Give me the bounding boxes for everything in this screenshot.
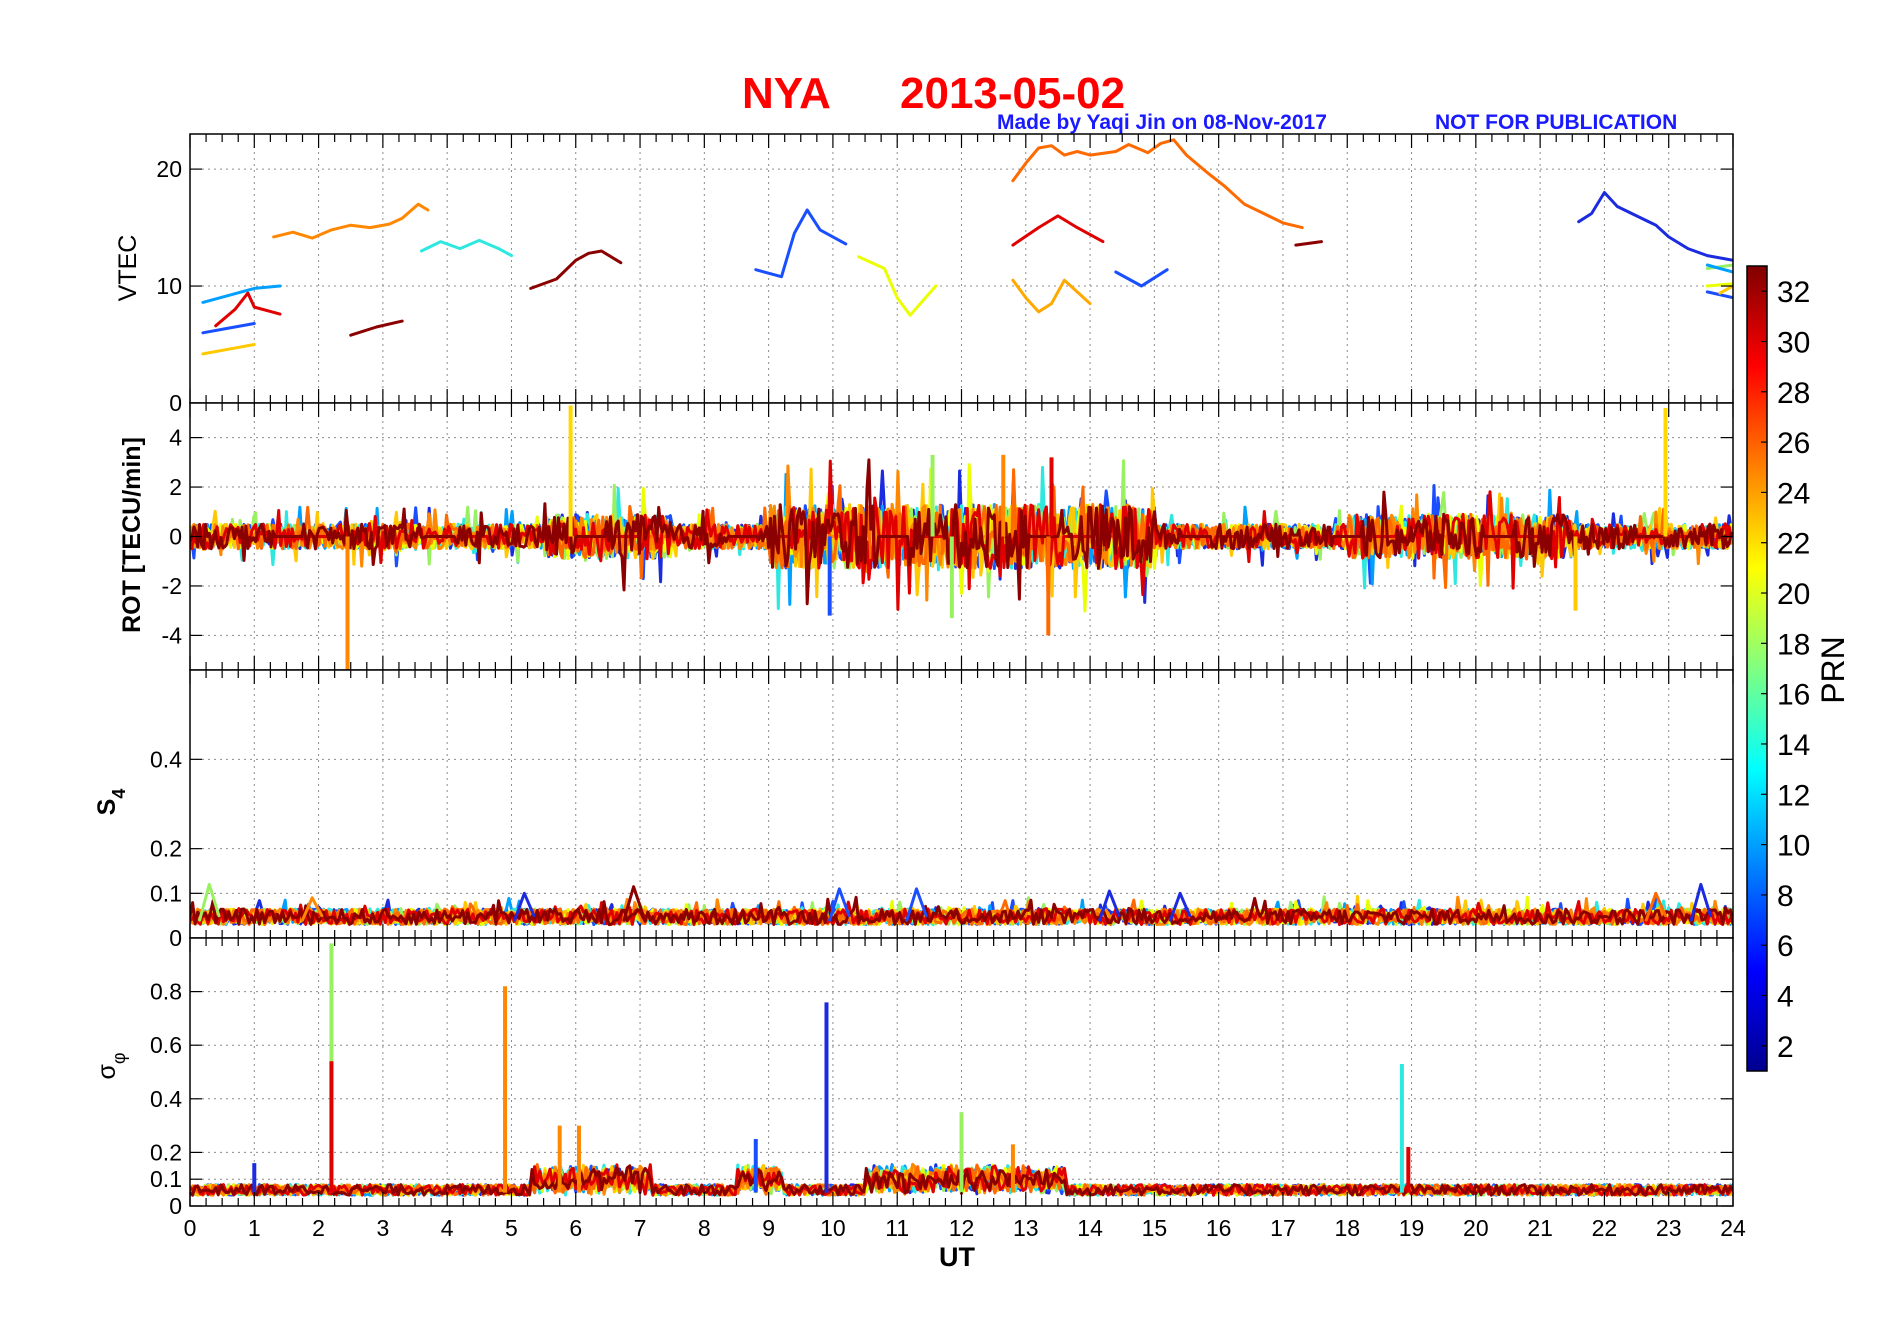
x-tick-label: 21 — [1527, 1215, 1553, 1241]
colorbar-ramp — [1746, 265, 1768, 1072]
x-tick-label: 16 — [1206, 1215, 1232, 1241]
x-tick-label: 10 — [820, 1215, 846, 1241]
vtec-y-tick-label: 20 — [156, 156, 182, 182]
colorbar-tick-label: 18 — [1777, 628, 1810, 661]
colorbar: 2468101214161820222426283032 — [1746, 265, 1810, 1072]
colorbar-tick-label: 8 — [1777, 880, 1794, 913]
rot-y-tick-label: 4 — [169, 425, 182, 451]
rot-y-tick-label: 2 — [169, 474, 182, 500]
colorbar-tick-label: 26 — [1777, 427, 1810, 460]
x-tick-label: 12 — [949, 1215, 975, 1241]
x-tick-label: 0 — [184, 1215, 197, 1241]
vtec-panel: 0 10 20 — [156, 133, 1734, 416]
chart-title-station: NYA — [742, 69, 831, 118]
x-tick-label: 13 — [1013, 1215, 1039, 1241]
x-tick-label: 1 — [248, 1215, 261, 1241]
rot-y-tick-label: 0 — [169, 524, 182, 550]
colorbar-tick-label: 4 — [1777, 981, 1794, 1014]
credit-text: Made by Yaqi Jin on 08-Nov-2017 — [997, 111, 1327, 134]
x-tick-label: 23 — [1656, 1215, 1682, 1241]
s4-label-sub: 4 — [109, 789, 129, 799]
colorbar-tick-label: 20 — [1777, 578, 1810, 611]
x-tick-label: 8 — [698, 1215, 711, 1241]
x-tick-label: 24 — [1720, 1215, 1746, 1241]
s4-panel: 0 0.1 0.2 0.4 — [150, 669, 1734, 951]
x-tick-label: 5 — [505, 1215, 518, 1241]
colorbar-tick-label: 22 — [1777, 528, 1810, 561]
x-tick-label: 14 — [1077, 1215, 1103, 1241]
vtec-y-tick-label: 0 — [169, 390, 182, 416]
sigma_phi-y-tick-label: 0 — [169, 1193, 182, 1219]
colorbar-tick-label: 14 — [1777, 729, 1810, 762]
sigma-phi-panel: 00.10.20.40.60.80 1 2 3 4 5 6 7 8 9 10 11 12 13 14 15 16… — [150, 937, 1746, 1241]
colorbar-tick-label: 24 — [1777, 477, 1810, 510]
x-tick-label: 11 — [885, 1215, 909, 1241]
colorbar-tick-label: 6 — [1777, 930, 1794, 963]
colorbar-tick-label: 30 — [1777, 326, 1810, 359]
sigma-label-sub: φ — [109, 1052, 129, 1064]
sigma-label-main: σ — [93, 1064, 121, 1080]
s4-y-axis-label: S4 — [93, 789, 129, 816]
colorbar-tick-label: 16 — [1777, 679, 1810, 712]
colorbar-tick-label: 2 — [1777, 1031, 1794, 1064]
colorbar-tick-label: 32 — [1777, 276, 1810, 309]
rot-y-tick-label: -2 — [162, 573, 182, 599]
x-tick-label: 20 — [1463, 1215, 1489, 1241]
sigma-phi-y-axis-label: σφ — [93, 1052, 129, 1079]
s4-y-tick-label: 0.1 — [150, 880, 182, 906]
x-tick-label: 2 — [312, 1215, 325, 1241]
x-tick-label: 22 — [1592, 1215, 1618, 1241]
s4-label-main: S — [93, 799, 121, 816]
sigma_phi-y-tick-label: 0.6 — [150, 1032, 182, 1058]
sigma_phi-y-tick-label: 0.2 — [150, 1139, 182, 1165]
vtec-y-axis-label: VTEC — [114, 235, 142, 302]
s4-y-tick-label: 0.4 — [150, 746, 182, 772]
rot-y-axis-label: ROT [TECU/min] — [118, 437, 146, 633]
colorbar-tick-label: 28 — [1777, 377, 1810, 410]
x-tick-label: 4 — [441, 1215, 454, 1241]
rot-y-tick-label: -4 — [162, 622, 183, 648]
x-tick-label: 3 — [376, 1215, 389, 1241]
colorbar-label: PRN — [1815, 636, 1851, 704]
vtec-y-tick-label: 10 — [156, 273, 182, 299]
x-tick-label: 6 — [569, 1215, 582, 1241]
publication-notice: NOT FOR PUBLICATION — [1435, 111, 1677, 134]
sigma_phi-y-tick-label: 0.1 — [150, 1166, 182, 1192]
sigma_phi-y-tick-label: 0.4 — [150, 1086, 182, 1112]
s4-y-tick-label: 0 — [169, 925, 182, 951]
figure: NYA 2013-05-02 Made by Yaqi Jin on 08-No… — [93, 69, 1851, 1272]
x-tick-label: 9 — [762, 1215, 775, 1241]
s4-y-tick-label: 0.2 — [150, 836, 182, 862]
x-tick-label: 19 — [1399, 1215, 1425, 1241]
x-tick-label: 18 — [1334, 1215, 1360, 1241]
sigma_phi-y-tick-label: 0.8 — [150, 979, 182, 1005]
colorbar-tick-label: 10 — [1777, 830, 1810, 863]
rot-panel: -4 -2 0 2 4 — [162, 402, 1734, 671]
x-axis-label: UT — [939, 1242, 975, 1272]
colorbar-tick-label: 12 — [1777, 779, 1810, 812]
x-tick-label: 7 — [634, 1215, 647, 1241]
x-tick-label: 15 — [1142, 1215, 1168, 1241]
x-tick-label: 17 — [1270, 1215, 1296, 1241]
